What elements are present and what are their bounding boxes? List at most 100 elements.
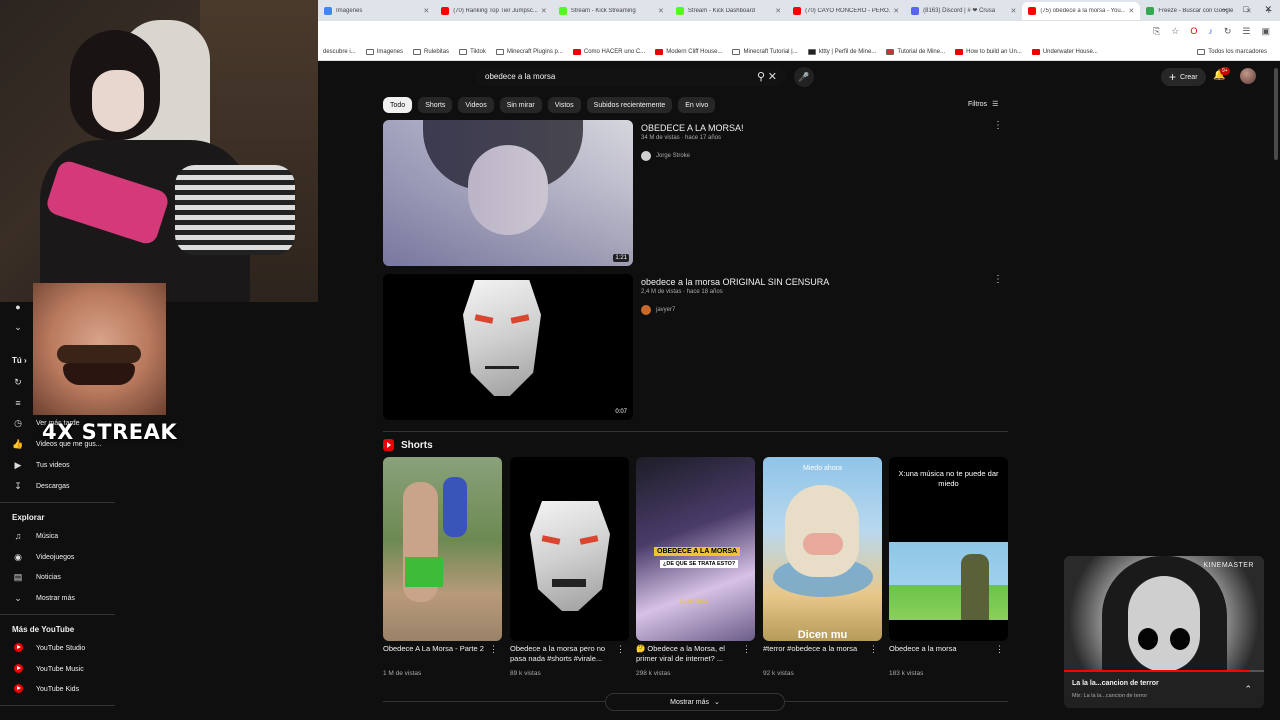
- short-item[interactable]: Obedece a la morsa pero no pasa nada #sh…: [510, 457, 629, 677]
- sidebar-item-studio[interactable]: YouTube Studio: [12, 643, 85, 654]
- bookmark-star-icon[interactable]: ☆: [1171, 26, 1179, 37]
- browser-tab[interactable]: Stream - Kick Streaming ✕: [553, 2, 670, 20]
- show-more-button[interactable]: Mostrar más ⌄: [605, 693, 785, 711]
- scrollbar[interactable]: [1272, 62, 1280, 720]
- browser-tab[interactable]: (70) Ranking Top Tier Jumpsc... ✕: [435, 2, 552, 20]
- progress-bar[interactable]: [1064, 670, 1264, 672]
- bookmark-folder[interactable]: Tiktok: [454, 48, 491, 55]
- notifications-button[interactable]: 🔔 9+: [1213, 67, 1230, 81]
- create-button[interactable]: + Crear: [1161, 68, 1206, 86]
- video-result[interactable]: 1:21 OBEDECE A LA MORSA! 34 M de vistas …: [383, 120, 1008, 268]
- close-tab-icon[interactable]: ✕: [658, 7, 664, 15]
- audio-icon[interactable]: ♪: [1208, 26, 1213, 37]
- close-tab-icon[interactable]: ✕: [893, 7, 899, 15]
- sidebar-item-kids[interactable]: YouTube Kids: [12, 684, 79, 695]
- bookmark-item[interactable]: Como HACER uno C...: [568, 48, 650, 55]
- more-actions-icon[interactable]: ⋮: [869, 644, 878, 655]
- channel-link[interactable]: Jorge Stroke: [641, 151, 690, 161]
- video-thumbnail[interactable]: 1:21: [383, 120, 633, 266]
- browser-tab[interactable]: (70) CAYÓ RONCERO - PERO... ✕: [787, 2, 905, 20]
- sidebar-item-gaming[interactable]: ◉ Videojuegos: [12, 552, 74, 563]
- install-app-icon[interactable]: ⎘: [1153, 26, 1160, 37]
- chip-shorts[interactable]: Shorts: [418, 97, 453, 113]
- extension-icon[interactable]: O: [1190, 26, 1197, 37]
- close-tab-icon[interactable]: ✕: [1010, 7, 1016, 15]
- bookmark-folder[interactable]: Minecraft Tutorial |...: [727, 48, 802, 55]
- mini-player-title[interactable]: La la la...cancion de terror: [1072, 680, 1159, 687]
- tab-favicon-icon: [793, 6, 802, 15]
- video-thumbnail[interactable]: 0:07: [383, 274, 633, 420]
- minimize-icon[interactable]: –: [1222, 4, 1227, 15]
- sidebar-item-show-more[interactable]: ⌄ Mostrar más: [12, 593, 75, 604]
- mini-player-video[interactable]: KINEMASTER: [1064, 556, 1264, 672]
- sidebar-item-your-videos[interactable]: ▶ Tus videos: [12, 460, 70, 471]
- voice-search-button[interactable]: 🎤: [794, 67, 814, 87]
- more-actions-icon[interactable]: ⋮: [742, 644, 751, 655]
- short-title[interactable]: 🤔 Obedece a la Morsa, el primer viral de…: [636, 644, 740, 664]
- search-button[interactable]: ⚲: [750, 67, 772, 86]
- close-tab-icon[interactable]: ✕: [541, 7, 547, 15]
- short-thumbnail[interactable]: X:una música no te puede dar miedo: [889, 457, 1008, 641]
- scrollbar-thumb[interactable]: [1274, 68, 1278, 160]
- chevron-up-icon[interactable]: ⌃: [1244, 684, 1252, 695]
- sidebar-item-music[interactable]: ♫ Música: [12, 531, 59, 541]
- filters-button[interactable]: Filtros ☰: [968, 100, 998, 109]
- more-actions-icon[interactable]: ⋮: [993, 274, 1003, 285]
- short-title[interactable]: Obedece A La Morsa - Parte 2: [383, 644, 487, 654]
- short-thumbnail[interactable]: [383, 457, 502, 641]
- bookmark-item[interactable]: Tutorial de Mine...: [881, 48, 950, 55]
- side-panel-icon[interactable]: ▣: [1261, 26, 1270, 37]
- search-input[interactable]: obedece a la morsa ✕: [476, 67, 786, 86]
- sidebar-item-downloads[interactable]: ↧ Descargas: [12, 481, 69, 492]
- browser-tab[interactable]: (8163) Discord | # ❤ Crusa ✕: [905, 2, 1022, 20]
- bookmark-folder[interactable]: Rulebitas: [408, 48, 454, 55]
- browser-tab[interactable]: Stream - Kick Dashboard ✕: [670, 2, 787, 20]
- browser-tab[interactable]: Imágenes ✕: [318, 2, 435, 20]
- bookmark-item[interactable]: Modern Cliff House...: [650, 48, 727, 55]
- short-title[interactable]: Obedece a la morsa pero no pasa nada #sh…: [510, 644, 614, 664]
- short-title[interactable]: #terror #obedece a la morsa: [763, 644, 867, 654]
- bookmark-item[interactable]: Underwater House...: [1027, 48, 1103, 55]
- short-thumbnail[interactable]: Miedo ahora Dicen mu: [763, 457, 882, 641]
- bookmark-folder[interactable]: Imagenes: [361, 48, 408, 55]
- close-window-icon[interactable]: ✕: [1264, 4, 1272, 15]
- short-thumbnail[interactable]: OBEDECE A LA MORSA ¿DE QUE SE TRATA ESTO…: [636, 457, 755, 641]
- bookmark-folder[interactable]: Minecraft Plugins p...: [491, 48, 568, 55]
- all-bookmarks-button[interactable]: Todos los marcadores: [1192, 48, 1272, 55]
- mini-player[interactable]: KINEMASTER La la la...cancion de terror …: [1064, 556, 1264, 708]
- chip-unwatched[interactable]: Sin mirar: [499, 97, 542, 113]
- video-result[interactable]: 0:07 obedece a la morsa ORIGINAL SIN CEN…: [383, 274, 1008, 422]
- channel-link[interactable]: javyer7: [641, 305, 675, 315]
- short-item[interactable]: OBEDECE A LA MORSA ¿DE QUE SE TRATA ESTO…: [636, 457, 755, 677]
- close-tab-icon[interactable]: ✕: [423, 7, 429, 15]
- extension-icon[interactable]: ↻: [1224, 26, 1232, 37]
- short-thumbnail[interactable]: [510, 457, 629, 641]
- more-actions-icon[interactable]: ⋮: [616, 644, 625, 655]
- browser-tab-active[interactable]: (75) obedece a la morsa - You... ✕: [1022, 1, 1141, 20]
- sidebar-item-news[interactable]: ▤ Noticias: [12, 572, 61, 583]
- more-actions-icon[interactable]: ⋮: [489, 644, 498, 655]
- bookmark-item[interactable]: descubre i...: [318, 49, 361, 55]
- short-title[interactable]: Obedece a la morsa: [889, 644, 993, 654]
- chip-recently-uploaded[interactable]: Subidos recientemente: [586, 97, 673, 113]
- avatar[interactable]: [1240, 68, 1256, 84]
- video-title[interactable]: OBEDECE A LA MORSA!: [641, 123, 744, 133]
- sidebar-heading-you[interactable]: Tú ›: [12, 356, 27, 365]
- sidebar-item-music-app[interactable]: YouTube Music: [12, 664, 84, 675]
- more-actions-icon[interactable]: ⋮: [995, 644, 1004, 655]
- video-title[interactable]: obedece a la morsa ORIGINAL SIN CENSURA: [641, 277, 829, 287]
- media-control-icon[interactable]: ☰: [1242, 26, 1250, 37]
- more-actions-icon[interactable]: ⋮: [993, 120, 1003, 131]
- chip-watched[interactable]: Vistos: [547, 97, 581, 113]
- short-item[interactable]: Miedo ahora Dicen mu #terror #obedece a …: [763, 457, 882, 677]
- bookmark-item[interactable]: kttty | Perfil de Mine...: [803, 48, 882, 55]
- chip-videos[interactable]: Videos: [458, 97, 494, 113]
- short-item[interactable]: X:una música no te puede dar miedo Obede…: [889, 457, 1008, 677]
- bookmark-item[interactable]: How to build an Un...: [950, 48, 1027, 55]
- close-tab-icon[interactable]: ✕: [775, 7, 781, 15]
- close-tab-icon[interactable]: ✕: [1128, 7, 1134, 15]
- chip-all[interactable]: Todo: [383, 97, 413, 113]
- maximize-icon[interactable]: □: [1243, 4, 1248, 15]
- chip-live[interactable]: En vivo: [678, 97, 716, 113]
- short-item[interactable]: Obedece A La Morsa - Parte 2 1 M de vist…: [383, 457, 502, 677]
